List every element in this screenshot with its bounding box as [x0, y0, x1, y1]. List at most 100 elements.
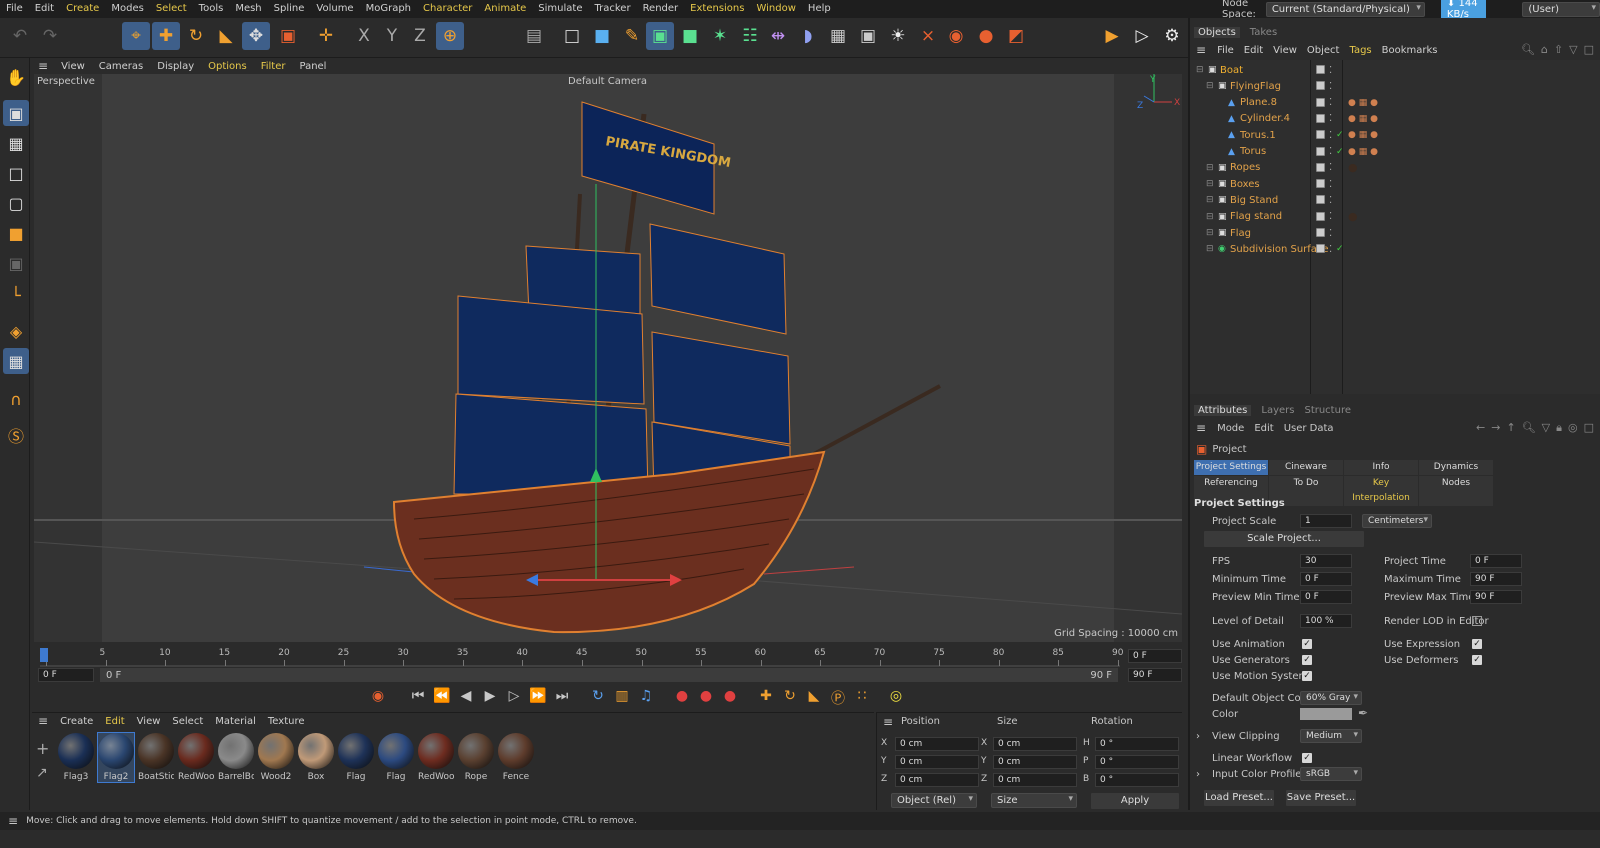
model-mode-icon[interactable]: ▣ [3, 100, 29, 126]
prev-key-icon[interactable]: ⏪ [432, 688, 452, 708]
render-dots-icon[interactable]: ⁚ [1329, 244, 1332, 255]
visibility-toggle[interactable] [1316, 228, 1325, 237]
lod-field[interactable]: 100 % [1300, 614, 1352, 628]
menu-spline[interactable]: Spline [268, 0, 311, 18]
current-frame-field[interactable]: 0 F [1128, 649, 1182, 663]
light-icon[interactable]: ☀ [884, 22, 912, 50]
selection-tool-icon[interactable]: ⌖ [122, 22, 150, 50]
transform-tool-icon[interactable]: ✥ [242, 22, 270, 50]
playhead[interactable] [40, 648, 48, 662]
visibility-toggle[interactable] [1316, 179, 1325, 189]
expand-icon[interactable]: ⊟ [1206, 244, 1214, 254]
subtab-key-interpolation[interactable]: Key Interpolation [1344, 476, 1419, 506]
object-row[interactable]: ⊟ ▣ FlyingFlag ⁚ [1190, 78, 1600, 94]
null-object-icon[interactable]: □ [558, 22, 586, 50]
viewport-hamburger-icon[interactable]: ≡ [32, 59, 54, 73]
loop-icon[interactable]: ↻ [588, 688, 608, 708]
magnet-icon[interactable]: ∩ [3, 386, 29, 412]
extrude-icon[interactable]: ■ [676, 22, 704, 50]
sound-icon[interactable]: ♫ [636, 688, 656, 708]
cube-icon[interactable]: ■ [588, 22, 616, 50]
texture-mode-icon[interactable]: ▦ [3, 130, 29, 156]
menu-select[interactable]: Select [150, 0, 193, 18]
subtab-nodes[interactable]: Nodes [1419, 476, 1494, 506]
tag-icons[interactable]: ● ▦ ● [1348, 114, 1378, 124]
objects-hamburger-icon[interactable]: ≡ [1190, 43, 1212, 57]
view-clip-expand-icon[interactable]: › [1196, 731, 1200, 742]
menu-edit[interactable]: Edit [29, 0, 60, 18]
attr-up-icon[interactable]: ↑ [1506, 421, 1515, 435]
menu-modes[interactable]: Modes [105, 0, 149, 18]
move-tool-icon[interactable]: ✚ [152, 22, 180, 50]
workplane-mode-icon[interactable]: ◈ [3, 318, 29, 344]
menu-tracker[interactable]: Tracker [588, 0, 636, 18]
viewport-menu-view[interactable]: View [54, 61, 92, 72]
viewport-menu-cameras[interactable]: Cameras [92, 61, 150, 72]
expand-icon[interactable]: ⊟ [1206, 81, 1214, 91]
menu-file[interactable]: File [0, 0, 29, 18]
tab-layers[interactable]: Layers [1261, 405, 1294, 416]
tab-takes[interactable]: Takes [1250, 27, 1277, 38]
subdivision-icon[interactable]: ▣ [646, 22, 674, 50]
tag-icons[interactable]: ● ▦ ● [1348, 130, 1378, 140]
key-rotation-icon[interactable]: ↻ [780, 688, 800, 708]
visibility-toggle[interactable] [1316, 65, 1325, 74]
attributes-menu-edit[interactable]: Edit [1249, 423, 1278, 434]
visibility-toggle[interactable] [1316, 211, 1325, 221]
attr-forward-icon[interactable]: → [1491, 421, 1500, 435]
z-axis-lock-icon[interactable]: Z [406, 22, 434, 50]
render-dots-icon[interactable]: ⁚ [1329, 162, 1332, 173]
material-menu-select[interactable]: Select [166, 716, 209, 727]
preview-max-field[interactable]: 90 F [1470, 590, 1522, 604]
rotate-tool-icon[interactable]: ↻ [182, 22, 210, 50]
objects-menu-file[interactable]: File [1212, 45, 1239, 56]
end-frame-field[interactable]: 90 F [1128, 668, 1182, 682]
coords-hamburger-icon[interactable]: ≡ [883, 715, 893, 729]
deformer-icon[interactable]: ⇹ [764, 22, 792, 50]
preview-min-field[interactable]: 0 F [1300, 590, 1352, 604]
viewport-menu-display[interactable]: Display [150, 61, 201, 72]
objects-menu-view[interactable]: View [1268, 45, 1302, 56]
subtab-dynamics[interactable]: Dynamics [1419, 460, 1494, 475]
render-dots-icon[interactable]: ⁚ [1329, 81, 1332, 92]
node-space-select[interactable]: Current (Standard/Physical) [1265, 1, 1425, 17]
coord-field-rot[interactable]: 0 ° [1095, 773, 1179, 787]
render-dots-icon[interactable]: ⁚ [1329, 146, 1332, 157]
visibility-toggle[interactable] [1316, 130, 1325, 140]
use-expression-checkbox[interactable]: ✓ [1472, 639, 1482, 649]
viewport-menu-panel[interactable]: Panel [292, 61, 333, 72]
workplane-icon[interactable]: ● [972, 22, 1000, 50]
subtab-project-settings[interactable]: Project Settings [1194, 460, 1269, 475]
object-row[interactable]: ⊟ ▣ Big Stand ⁚ [1190, 192, 1600, 208]
viewport-menu-filter[interactable]: Filter [254, 61, 293, 72]
attributes-hamburger-icon[interactable]: ≡ [1190, 421, 1212, 435]
menu-volume[interactable]: Volume [310, 0, 359, 18]
objects-search-icon[interactable]: 🔍︎ [1521, 43, 1535, 56]
go-to-start-icon[interactable]: ⏮ [408, 688, 428, 708]
object-row[interactable]: ⊟ ▣ Ropes ⁚ ● [1190, 160, 1600, 176]
coordinate-system-icon[interactable]: ⊕ [436, 22, 464, 50]
visibility-toggle[interactable] [1316, 146, 1325, 156]
preview-range-bar[interactable]: 0 F 90 F [100, 668, 1118, 682]
bend-icon[interactable]: ◗ [794, 22, 822, 50]
snap-icon[interactable]: ◉ [942, 22, 970, 50]
linear-workflow-checkbox[interactable]: ✓ [1302, 753, 1312, 763]
tag-icons[interactable]: ● ▦ ● [1348, 147, 1378, 157]
material-item[interactable]: Flag [338, 733, 374, 782]
subtab-info[interactable]: Info [1344, 460, 1419, 475]
key-scale-icon[interactable]: ◣ [804, 688, 824, 708]
next-frame-icon[interactable]: ▷ [504, 688, 524, 708]
render-dots-icon[interactable]: ⁚ [1329, 179, 1332, 190]
render-view-icon[interactable]: ▶ [1098, 22, 1126, 50]
add-axis-icon[interactable]: ✛ [312, 22, 340, 50]
object-row[interactable]: ⊟ ▣ Boat ⁚ [1190, 62, 1600, 78]
tab-structure[interactable]: Structure [1304, 405, 1351, 416]
uv-mode-icon[interactable]: ▣ [3, 250, 29, 276]
max-time-field[interactable]: 90 F [1470, 572, 1522, 586]
material-item[interactable]: Fence [498, 733, 534, 782]
material-hamburger-icon[interactable]: ≡ [32, 714, 54, 728]
redo-icon[interactable]: ↷ [36, 22, 64, 50]
edges-mode-icon[interactable]: ▢ [3, 190, 29, 216]
use-generators-checkbox[interactable]: ✓ [1302, 655, 1312, 665]
axis-mode-icon[interactable]: └ [3, 282, 29, 308]
